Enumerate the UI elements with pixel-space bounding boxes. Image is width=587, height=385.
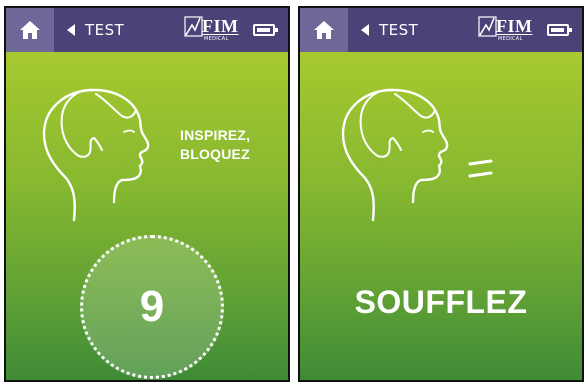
soufflez-message: SOUFFLEZ bbox=[354, 284, 528, 320]
battery-icon bbox=[547, 24, 572, 36]
device-screen-inhale: TEST FIM MEDICAL INSPIREZ, BLOQUEZ 9 bbox=[4, 6, 290, 382]
back-label[interactable]: TEST bbox=[85, 21, 124, 39]
brand-subtitle: MEDICAL bbox=[498, 36, 523, 42]
home-icon bbox=[314, 21, 334, 39]
countdown-value: 9 bbox=[139, 282, 165, 331]
home-button[interactable] bbox=[6, 8, 54, 52]
brand-logo: FIM MEDICAL bbox=[184, 15, 240, 43]
battery-level bbox=[551, 28, 564, 32]
countdown-circle: 9 bbox=[80, 235, 224, 379]
chevron-left-icon[interactable] bbox=[361, 24, 369, 36]
chevron-left-icon[interactable] bbox=[67, 24, 75, 36]
device-screen-exhale: TEST FIM MEDICAL SOUFFLEZ bbox=[298, 6, 584, 382]
brand-subtitle: MEDICAL bbox=[204, 36, 229, 42]
instruction-line-2: BLOQUEZ bbox=[180, 146, 250, 162]
home-icon bbox=[20, 21, 40, 39]
instruction-line-1: INSPIREZ, bbox=[180, 127, 251, 143]
head-profile-icon bbox=[42, 88, 150, 222]
back-label[interactable]: TEST bbox=[379, 21, 418, 39]
brand-name: FIM bbox=[202, 16, 239, 36]
top-bar: TEST FIM MEDICAL bbox=[300, 8, 582, 52]
battery-level bbox=[257, 28, 270, 32]
exhale-lines-icon bbox=[468, 159, 493, 178]
home-button[interactable] bbox=[300, 8, 348, 52]
top-bar: TEST FIM MEDICAL bbox=[6, 8, 288, 52]
head-profile-icon bbox=[341, 88, 449, 222]
brand-logo: FIM MEDICAL bbox=[478, 15, 534, 43]
instruction-text: INSPIREZ, BLOQUEZ bbox=[180, 126, 250, 164]
brand-name: FIM bbox=[496, 16, 533, 36]
battery-icon bbox=[253, 24, 278, 36]
